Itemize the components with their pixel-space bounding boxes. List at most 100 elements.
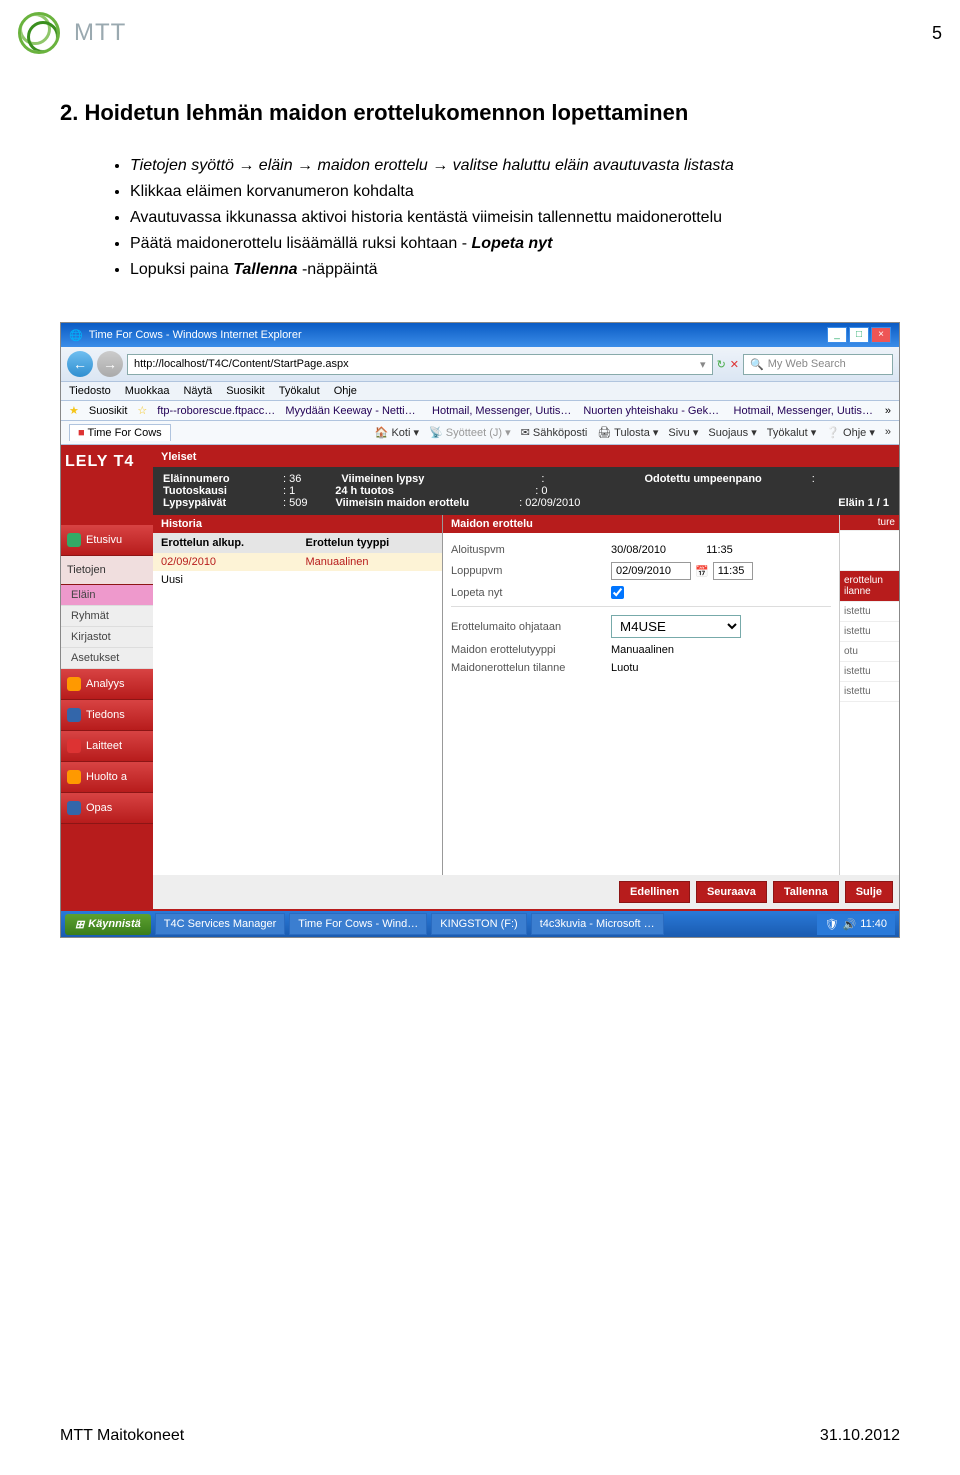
app-brand: LELY T4 — [61, 445, 153, 479]
start-button[interactable]: ⊞ Käynnistä — [65, 914, 151, 935]
button-row: Edellinen Seuraava Tallenna Sulje — [153, 875, 899, 909]
minimize-button[interactable]: _ — [827, 327, 847, 343]
cmd-item[interactable]: 🏠 Koti ▾ — [375, 426, 419, 439]
bullet-item: Klikkaa eläimen korvanumeron kohdalta — [130, 180, 900, 204]
fav-link[interactable]: Nuorten yhteishaku - Gekko… — [583, 405, 723, 417]
bullet-item: Päätä maidonerottelu lisäämällä ruksi ko… — [130, 232, 900, 256]
cmd-item[interactable]: Työkalut ▾ — [767, 426, 817, 439]
bullet-item: Tietojen syöttö → eläin → maidon erottel… — [130, 154, 900, 178]
star-icon[interactable]: ★ — [69, 404, 79, 417]
history-table-head: Erottelun alkup. Erottelun tyyppi — [153, 533, 442, 553]
history-row[interactable]: 02/09/2010 Manuaalinen — [153, 553, 442, 571]
taskbar-item[interactable]: Time For Cows - Wind… — [289, 913, 427, 935]
cmd-item[interactable]: 🖨 Tulosta ▾ — [597, 426, 658, 439]
form-header: Maidon erottelu — [443, 515, 839, 533]
search-icon: 🔍 — [750, 358, 764, 371]
maximize-button[interactable]: □ — [849, 327, 869, 343]
menu-item[interactable]: Muokkaa — [125, 385, 170, 397]
stop-icon[interactable]: ✕ — [730, 358, 739, 371]
stop-now-checkbox[interactable] — [611, 586, 624, 599]
sidebar-item-etusivu[interactable]: Etusivu — [61, 525, 153, 556]
menu-item[interactable]: Näytä — [183, 385, 212, 397]
embedded-screenshot: 🌐 Time For Cows - Windows Internet Explo… — [60, 322, 900, 938]
clock: 11:40 — [860, 918, 887, 930]
sidebar-item-analyys[interactable]: Analyys — [61, 669, 153, 700]
calendar-icon[interactable]: 📅 — [695, 565, 709, 578]
taskbar-item[interactable]: T4C Services Manager — [155, 913, 286, 935]
menu-item[interactable]: Tiedosto — [69, 385, 111, 397]
browser-tab[interactable]: ■ Time For Cows — [69, 424, 171, 441]
refresh-icon[interactable]: ↻ — [717, 358, 726, 371]
fav-link[interactable]: Hotmail, Messenger, Uutiset… — [734, 405, 875, 417]
sub-item-asetukset[interactable]: Asetukset — [61, 648, 153, 669]
menu-item[interactable]: Suosikit — [226, 385, 265, 397]
cmd-item[interactable]: 📡 Syötteet (J) ▾ — [429, 426, 511, 439]
page-number: 5 — [932, 23, 942, 44]
bullet-item: Lopuksi paina Tallenna -näppäintä — [130, 258, 900, 282]
windows-icon: ⊞ — [75, 918, 84, 931]
chevron-icon[interactable]: » — [885, 405, 891, 417]
end-date-input[interactable] — [611, 562, 691, 580]
sidebar-item-opas[interactable]: Opas — [61, 793, 153, 824]
document-body: 2. Hoidetun lehmän maidon erottelukomenn… — [0, 60, 960, 282]
transfer-icon — [67, 708, 81, 722]
close-button[interactable]: Sulje — [845, 881, 893, 903]
taskbar-item[interactable]: KINGSTON (F:) — [431, 913, 526, 935]
info-panel: Eläinnumero: 36 Viimeinen lypsy: Odotett… — [153, 467, 899, 515]
chevron-icon[interactable]: » — [885, 426, 891, 439]
sub-item-kirjastot[interactable]: Kirjastot — [61, 627, 153, 648]
guide-icon — [67, 801, 81, 815]
section-title: 2. Hoidetun lehmän maidon erottelukomenn… — [60, 100, 900, 126]
url-text: http://localhost/T4C/Content/StartPage.a… — [134, 358, 349, 370]
menu-item[interactable]: Ohje — [334, 385, 357, 397]
cmd-item[interactable]: ✉ Sähköposti — [521, 426, 588, 439]
taskbar-item[interactable]: t4c3kuvia - Microsoft … — [531, 913, 664, 935]
fav-link[interactable]: Myydään Keeway - Nettimoto — [285, 405, 422, 417]
history-row[interactable]: Uusi — [153, 571, 442, 589]
culture-label: ture — [840, 515, 899, 531]
device-icon — [67, 739, 81, 753]
end-time-input[interactable] — [713, 562, 753, 580]
bullet-item: Avautuvassa ikkunassa aktivoi historia k… — [130, 206, 900, 230]
fav-link[interactable]: ftp--roborescue.ftpaccess — [157, 405, 275, 417]
animal-count: Eläin 1 / 1 — [838, 497, 889, 509]
start-time: 11:35 — [706, 544, 733, 556]
page-header: MTT 5 — [0, 0, 960, 60]
cmd-item[interactable]: Sivu ▾ — [668, 426, 698, 439]
nav-toolbar: ← → http://localhost/T4C/Content/StartPa… — [61, 347, 899, 382]
close-button[interactable]: × — [871, 327, 891, 343]
sidebar-item-laitteet[interactable]: Laitteet — [61, 731, 153, 762]
logo-icon — [18, 12, 60, 54]
sidebar-subnav: Eläin Ryhmät Kirjastot Asetukset — [61, 585, 153, 669]
search-box[interactable]: 🔍 My Web Search — [743, 354, 893, 375]
redirect-select[interactable]: M4USE — [611, 615, 741, 638]
tray-icon: 🛡 — [825, 918, 839, 931]
sidebar-item-huolto[interactable]: Huolto a — [61, 762, 153, 793]
fav-link[interactable]: Hotmail, Messenger, Uutiset… — [432, 405, 573, 417]
save-button[interactable]: Tallenna — [773, 881, 839, 903]
next-button[interactable]: Seuraava — [696, 881, 767, 903]
previous-button[interactable]: Edellinen — [619, 881, 690, 903]
menu-item[interactable]: Työkalut — [279, 385, 320, 397]
sub-item-elain[interactable]: Eläin — [61, 585, 153, 606]
sidebar-item-tietojen[interactable]: Tietojen — [61, 556, 153, 585]
footer-right: 31.10.2012 — [820, 1427, 900, 1445]
sidebar-item-tiedons[interactable]: Tiedons — [61, 700, 153, 731]
app-content: LELY T4 Etusivu Tietojen Eläin Ryhmät Ki… — [61, 445, 899, 911]
address-bar[interactable]: http://localhost/T4C/Content/StartPage.a… — [127, 354, 713, 375]
cmd-item[interactable]: Suojaus ▾ — [708, 426, 756, 439]
sub-item-ryhmat[interactable]: Ryhmät — [61, 606, 153, 627]
forward-button[interactable]: → — [97, 351, 123, 377]
favorites-label[interactable]: Suosikit — [89, 405, 128, 417]
ie-icon: 🌐 — [69, 329, 83, 342]
star-icon: ☆ — [137, 404, 147, 417]
page-footer: MTT Maitokoneet 31.10.2012 — [0, 1427, 960, 1445]
cmd-item[interactable]: ❔ Ohje ▾ — [826, 426, 875, 439]
system-tray[interactable]: 🛡 🔊 11:40 — [817, 914, 895, 935]
window-titlebar: 🌐 Time For Cows - Windows Internet Explo… — [61, 323, 899, 347]
mtt-logo: MTT — [18, 12, 126, 54]
home-icon — [67, 533, 81, 547]
brand-text: MTT — [74, 19, 126, 47]
back-button[interactable]: ← — [67, 351, 93, 377]
history-header: Historia — [153, 515, 442, 533]
